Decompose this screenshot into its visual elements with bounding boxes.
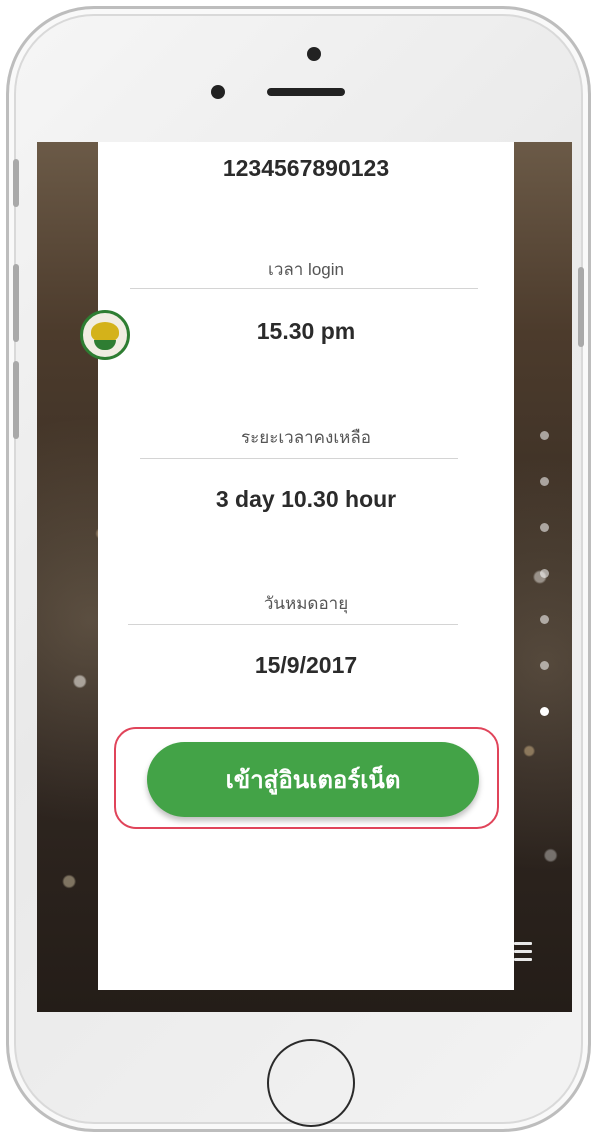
login-time-value: 15.30 pm [256,318,356,344]
front-camera [307,47,321,61]
connect-internet-button[interactable]: เข้าสู่อินเตอร์เน็ต [147,742,479,817]
app-screen: 1234567890123 เวลา login 15.30 pm ระยะเว… [37,142,572,1012]
page-dot[interactable] [540,431,549,440]
volume-down-button [13,361,19,439]
power-button [578,267,584,347]
remaining-time-value: 3 day 10.30 hour [215,486,397,512]
divider [128,624,458,625]
page-dot[interactable] [540,569,549,578]
bottom-panel [98,897,514,990]
home-button[interactable] [267,1039,355,1127]
remaining-time-label: ระยะเวลาคงเหลือ [241,428,371,447]
divider [140,458,458,459]
hamburger-menu-icon[interactable] [514,942,534,964]
volume-up-button [13,264,19,342]
page-dot[interactable] [540,615,549,624]
login-time-label: เวลา login [268,260,344,279]
mute-switch [13,159,19,207]
earpiece-speaker [267,88,345,96]
account-id: 1234567890123 [222,155,390,181]
divider [130,288,478,289]
emblem-logo [80,310,130,360]
page-dot[interactable] [540,477,549,486]
page-dot[interactable] [540,523,549,532]
proximity-sensor [211,85,225,99]
expiry-date-value: 15/9/2017 [254,652,358,678]
page-dot-active[interactable] [540,707,549,716]
page-dot[interactable] [540,661,549,670]
expiry-date-label: วันหมดอายุ [263,594,349,613]
